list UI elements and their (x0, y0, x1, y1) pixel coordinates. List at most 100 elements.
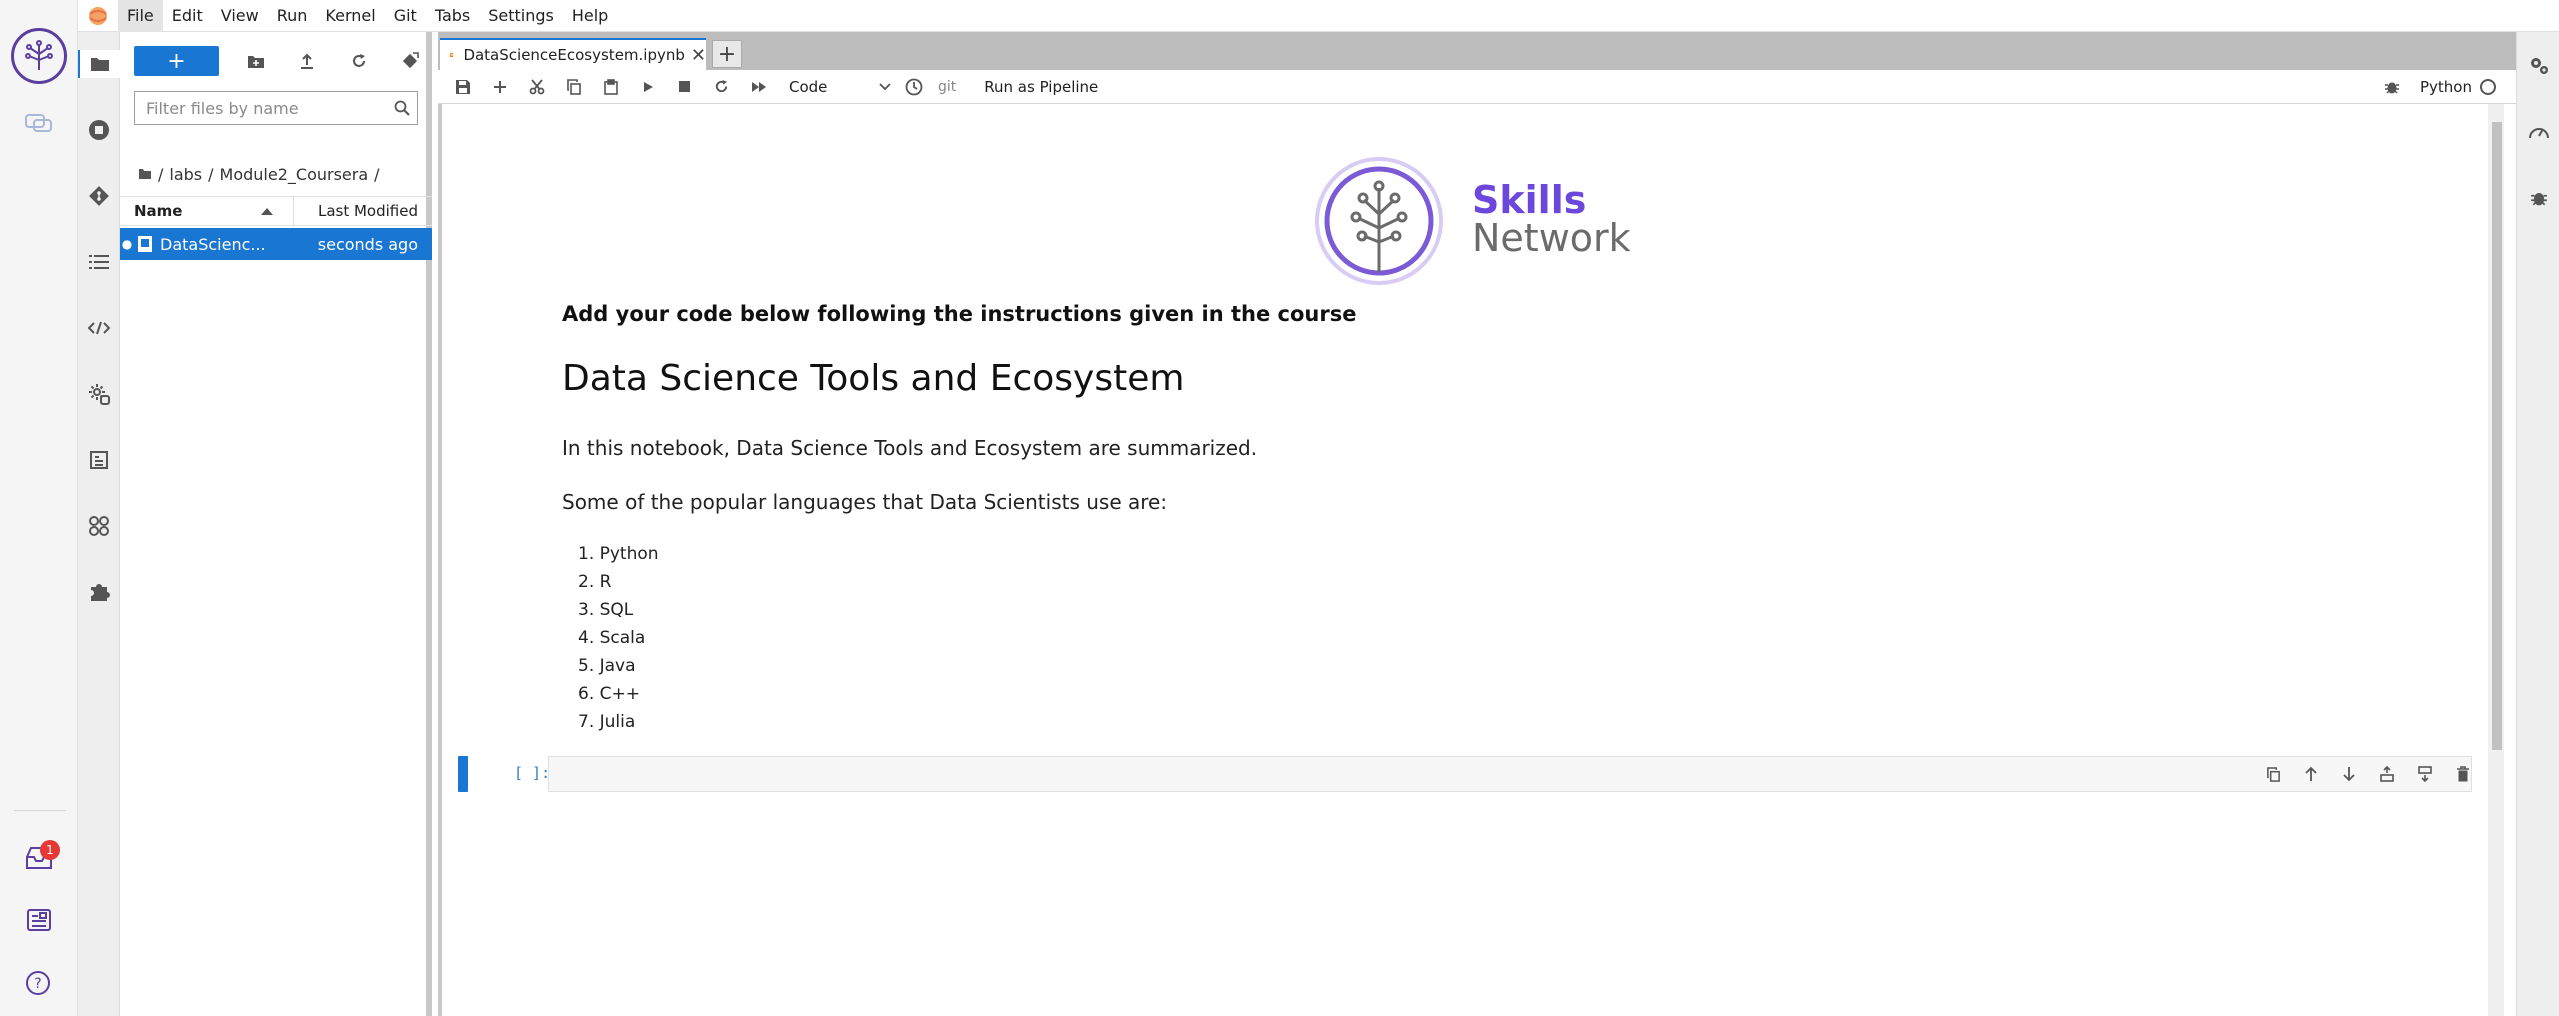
components-tab[interactable] (85, 512, 113, 540)
clock-icon[interactable] (895, 72, 932, 102)
file-row[interactable]: ● DataScienc... seconds ago (120, 228, 432, 260)
skills-network-logo-icon[interactable] (11, 28, 67, 84)
resource-usage-icon[interactable] (2525, 118, 2553, 146)
last-modified-column-header[interactable]: Last Modified (294, 197, 432, 225)
upload-icon[interactable] (293, 46, 321, 76)
move-up-icon[interactable] (2292, 759, 2330, 789)
sort-ascending-icon (261, 208, 273, 215)
restart-run-all-icon[interactable] (740, 72, 777, 102)
breadcrumb-labs[interactable]: labs (169, 165, 202, 184)
name-column-header[interactable]: Name (120, 197, 294, 225)
breadcrumb-folder-icon[interactable] (138, 165, 152, 184)
menu-help[interactable]: Help (563, 0, 617, 32)
debugger-icon[interactable] (2525, 184, 2553, 212)
activity-bar (78, 32, 120, 1016)
paste-icon[interactable] (592, 72, 629, 102)
git-clone-icon[interactable] (396, 46, 424, 76)
code-cell-input[interactable] (548, 756, 2472, 792)
list-icon (89, 255, 109, 269)
kernel-status: Python (2384, 70, 2496, 104)
skills-network-brand-logo-icon (1315, 157, 1443, 285)
menu-tabs[interactable]: Tabs (426, 0, 479, 32)
help-icon[interactable]: ? (24, 969, 52, 1001)
chat-icon[interactable] (24, 112, 54, 140)
components-icon (89, 516, 109, 536)
file-list-header: Name Last Modified (120, 196, 432, 226)
menu-file[interactable]: File (118, 0, 163, 32)
jupyter-logo-icon (78, 0, 118, 32)
list-item: 5. Java (578, 656, 636, 676)
restart-icon[interactable] (703, 72, 740, 102)
cell-toolbar (2254, 756, 2482, 792)
active-cell-indicator[interactable] (458, 756, 468, 792)
breadcrumb-separator: / (374, 165, 380, 184)
git-tab[interactable] (85, 182, 113, 210)
delete-cell-icon[interactable] (2444, 759, 2482, 789)
file-filter-input[interactable] (135, 93, 387, 123)
sidebar-divider (14, 810, 66, 811)
menu-git[interactable]: Git (385, 0, 426, 32)
svg-text:?: ? (34, 976, 41, 992)
file-modified: seconds ago (317, 234, 418, 254)
code-snippets-tab[interactable] (85, 314, 113, 342)
document-icon[interactable] (26, 908, 52, 936)
copy-icon[interactable] (555, 72, 592, 102)
menu-view[interactable]: View (212, 0, 268, 32)
instruction-text: Add your code below following the instru… (562, 302, 1357, 326)
save-icon[interactable] (444, 72, 481, 102)
runtime-images-tab[interactable] (85, 446, 113, 474)
run-as-pipeline-button[interactable]: Run as Pipeline (984, 78, 1098, 96)
kernel-name[interactable]: Python (2420, 78, 2472, 96)
notebook-toolbar: Code git Run as Pipeline Python (438, 70, 2516, 104)
extensions-tab[interactable] (85, 578, 113, 606)
debugger-bug-icon[interactable] (2384, 79, 2400, 95)
list-item: 2. R (578, 572, 612, 592)
tab-bar: DataScienceEcosystem.ipynb ✕ + (438, 32, 2516, 70)
new-launcher-button[interactable]: + (134, 46, 219, 76)
menu-run[interactable]: Run (268, 0, 317, 32)
file-name: DataScienc... (160, 234, 266, 254)
languages-list: 1. Python 2. R 3. SQL 4. Scala 5. Java 6… (578, 540, 659, 736)
main-dock-area: DataScienceEcosystem.ipynb ✕ + Code git … (438, 32, 2516, 1016)
table-of-contents-tab[interactable] (85, 248, 113, 276)
brand-network-text: Network (1472, 216, 1631, 260)
insert-cell-icon[interactable] (481, 72, 518, 102)
close-icon[interactable]: ✕ (691, 45, 706, 66)
tab-datascienceecosystem[interactable]: DataScienceEcosystem.ipynb ✕ (440, 38, 706, 70)
right-sidebar (2516, 32, 2559, 1016)
notebook-heading: Data Science Tools and Ecosystem (562, 358, 1185, 399)
duplicate-cell-icon[interactable] (2254, 759, 2292, 789)
git-diff-label[interactable]: git (938, 79, 956, 95)
file-browser-tab[interactable] (78, 50, 120, 78)
running-sessions-tab[interactable] (85, 116, 113, 144)
breadcrumb-separator: / (158, 165, 164, 184)
notebook-scrollbar-thumb[interactable] (2492, 122, 2502, 750)
file-browser-toolbar: + (134, 46, 424, 76)
skills-network-sidebar: 1 ? (0, 0, 78, 1016)
name-column-label: Name (134, 202, 183, 220)
refresh-icon[interactable] (344, 46, 372, 76)
insert-below-icon[interactable] (2406, 759, 2444, 789)
new-folder-icon[interactable] (242, 46, 270, 76)
add-tab-button[interactable]: + (712, 40, 742, 68)
run-icon[interactable] (629, 72, 666, 102)
cell-type-select[interactable]: Code (789, 74, 895, 100)
cut-icon[interactable] (518, 72, 555, 102)
list-item: 4. Scala (578, 628, 646, 648)
puzzle-icon (91, 584, 110, 601)
insert-above-icon[interactable] (2368, 759, 2406, 789)
breadcrumb: / labs / Module2_Coursera / (138, 165, 386, 184)
languages-intro-paragraph: Some of the popular languages that Data … (562, 490, 1168, 514)
property-inspector-icon[interactable] (2525, 52, 2553, 80)
file-filter-box (134, 91, 418, 125)
stop-icon[interactable] (666, 72, 703, 102)
breadcrumb-module2-coursera[interactable]: Module2_Coursera (220, 165, 369, 184)
menu-settings[interactable]: Settings (479, 0, 563, 32)
move-down-icon[interactable] (2330, 759, 2368, 789)
runtimes-tab[interactable] (85, 380, 113, 408)
code-cell: [ ]: (458, 756, 2510, 792)
notebook-content: Skills Network Add your code below follo… (438, 104, 2516, 1016)
menu-edit[interactable]: Edit (163, 0, 212, 32)
intro-paragraph: In this notebook, Data Science Tools and… (562, 436, 1258, 460)
menu-kernel[interactable]: Kernel (316, 0, 384, 32)
